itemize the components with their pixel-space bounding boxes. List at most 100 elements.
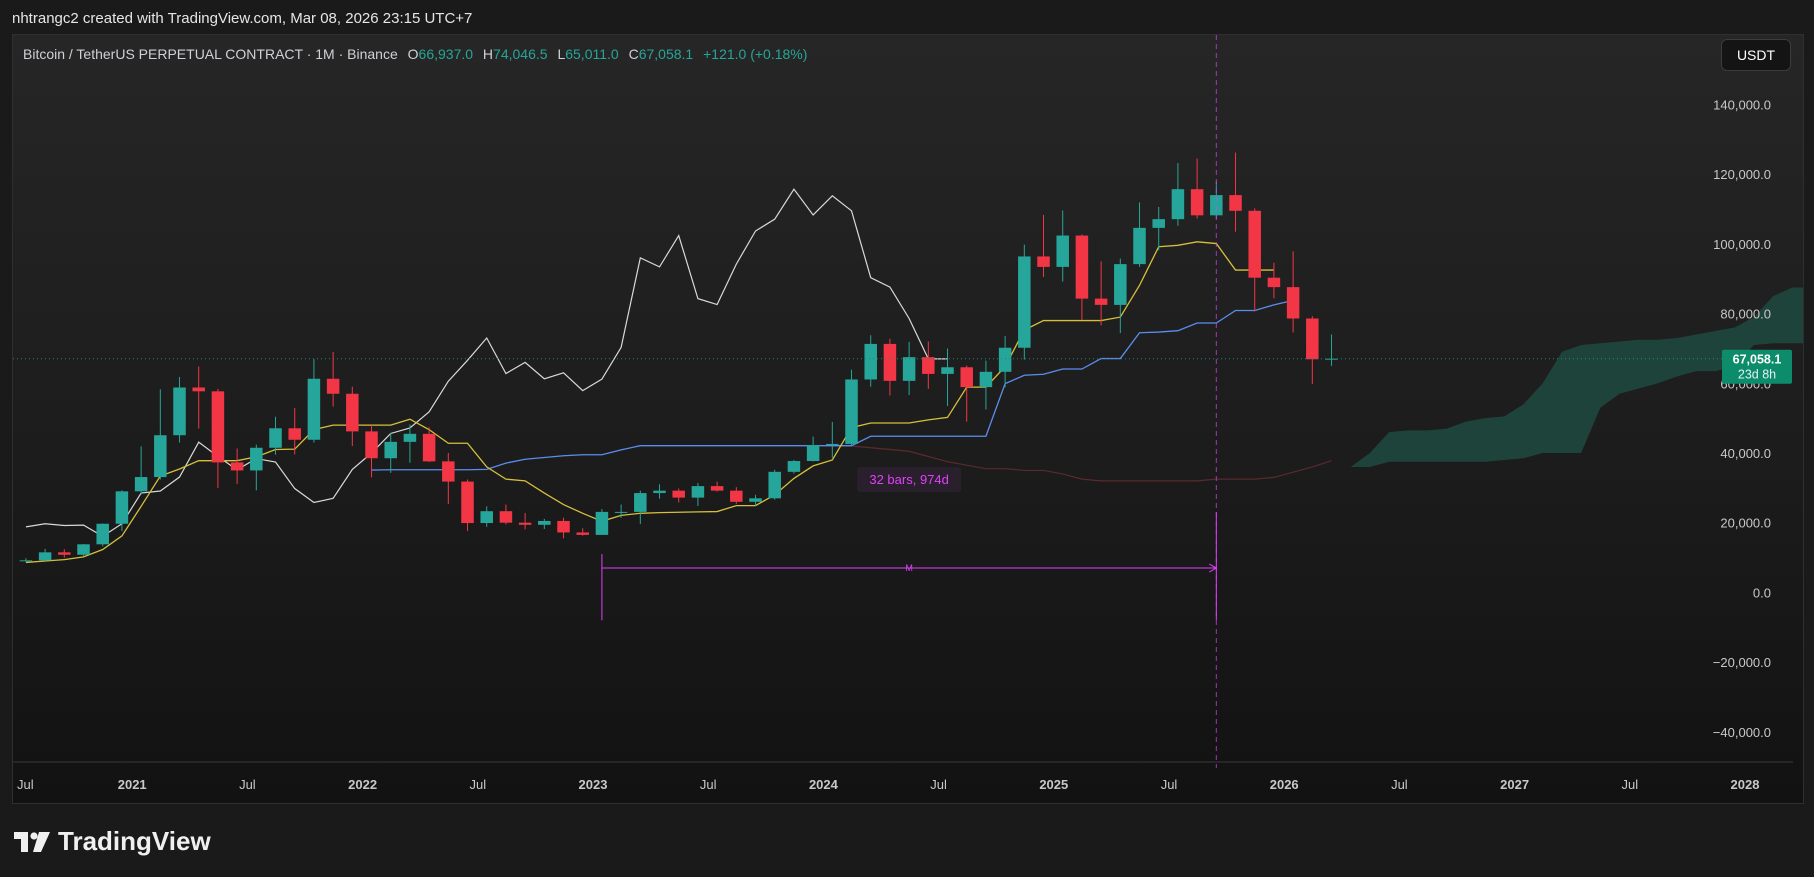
candle-body xyxy=(480,511,493,524)
price-chart[interactable]: M 32 bars, 974d 140,000.0 120,000.0 100,000.… xyxy=(13,35,1803,803)
y-tick-label: 0.0 xyxy=(1753,585,1771,600)
candle-body xyxy=(1114,264,1127,305)
candle-body xyxy=(1286,287,1300,319)
candle-body xyxy=(787,461,801,472)
candle-body xyxy=(307,378,321,440)
candle-body xyxy=(902,357,916,381)
candle-body xyxy=(38,552,52,561)
x-tick-label: Jul xyxy=(17,777,34,792)
price-badge-countdown: 23d 8h xyxy=(1738,368,1776,382)
x-tick-label: Jul xyxy=(1391,777,1408,792)
candle-body xyxy=(538,520,551,525)
x-tick-label: 2024 xyxy=(809,777,839,792)
x-tick-label: 2022 xyxy=(348,777,377,792)
candle-body xyxy=(326,378,340,394)
x-tick-label: 2026 xyxy=(1270,777,1299,792)
high-key: H xyxy=(482,46,494,62)
candle-body xyxy=(115,491,129,524)
candle-body xyxy=(154,435,167,478)
candle-body xyxy=(730,490,743,502)
y-tick-label: 20,000.0 xyxy=(1720,516,1771,531)
candle-body xyxy=(269,428,282,448)
candle-body xyxy=(768,471,781,499)
tradingview-wordmark: TradingView xyxy=(58,826,211,856)
measure-mid-label: M xyxy=(905,563,913,573)
x-tick-label: 2027 xyxy=(1500,777,1529,792)
candle-body xyxy=(1171,189,1185,220)
candle-body xyxy=(192,387,205,392)
candle-body xyxy=(518,522,532,525)
candle-body xyxy=(230,462,244,471)
y-tick-label: 80,000.0 xyxy=(1720,307,1771,322)
candle-body xyxy=(365,431,378,459)
candle-body xyxy=(557,520,570,533)
change-value: +121.0 (+0.18%) xyxy=(703,46,808,62)
candle-body xyxy=(634,493,647,512)
candle-body xyxy=(1229,195,1242,211)
candle-body xyxy=(1133,227,1146,265)
candle-body xyxy=(806,444,820,462)
candle-body xyxy=(1190,189,1204,216)
candle-body xyxy=(1267,277,1281,288)
x-tick-label: Jul xyxy=(930,777,947,792)
candle-body xyxy=(979,371,993,388)
candle-body xyxy=(845,379,858,444)
close-value: 67,058.1 xyxy=(638,46,694,62)
x-tick-label: Jul xyxy=(239,777,256,792)
tradingview-logo-icon xyxy=(14,831,50,852)
low-value: 65,011.0 xyxy=(565,46,619,62)
x-tick-label: Jul xyxy=(469,777,486,792)
candle-body xyxy=(922,357,935,374)
candle-body xyxy=(1094,298,1108,305)
y-tick-label: 120,000.0 xyxy=(1713,167,1771,182)
candle-body xyxy=(19,560,33,562)
candle-body xyxy=(442,461,455,482)
y-tick-label: −20,000.0 xyxy=(1713,655,1771,670)
candle-body xyxy=(691,486,705,498)
candle-body xyxy=(710,486,724,491)
chart-frame[interactable]: M 32 bars, 974d 140,000.0 120,000.0 100,000.… xyxy=(12,34,1804,804)
candle-body xyxy=(576,532,589,535)
candle-body xyxy=(58,552,71,555)
symbol-legend: Bitcoin / TetherUS PERPETUAL CONTRACT · … xyxy=(23,46,807,62)
x-tick-label: Jul xyxy=(700,777,717,792)
candle-body xyxy=(77,544,90,555)
x-tick-label: 2028 xyxy=(1731,777,1760,792)
candle-body xyxy=(499,511,513,523)
candle-body xyxy=(422,433,436,462)
y-tick-label: 100,000.0 xyxy=(1713,237,1771,252)
open-key: O xyxy=(407,46,419,62)
candle-body xyxy=(941,367,954,374)
candle-body xyxy=(1056,235,1069,267)
candle-body xyxy=(883,343,897,381)
candle-body xyxy=(653,490,666,494)
candle-body xyxy=(864,343,877,380)
close-key: C xyxy=(628,46,639,62)
candle-body xyxy=(96,523,109,545)
x-tick-label: 2025 xyxy=(1039,777,1068,792)
candle-body xyxy=(403,433,417,442)
currency-button[interactable]: USDT xyxy=(1721,39,1791,71)
candle-body xyxy=(1325,358,1338,360)
candle-body xyxy=(1037,256,1050,267)
lagging-span-line xyxy=(25,188,948,537)
candle-body xyxy=(288,428,301,440)
chart-caption: nhtrangc2 created with TradingView.com, … xyxy=(12,10,473,27)
candle-body xyxy=(250,447,263,471)
candle-body xyxy=(346,393,359,432)
tradingview-logo[interactable]: TradingView xyxy=(14,826,211,857)
candle-body xyxy=(826,443,839,445)
candle-body xyxy=(173,387,186,436)
candle-body xyxy=(1248,210,1261,278)
x-tick-label: 2023 xyxy=(579,777,608,792)
y-tick-label: 40,000.0 xyxy=(1720,446,1771,461)
candle-body xyxy=(384,441,397,459)
y-tick-label: −40,000.0 xyxy=(1713,725,1771,740)
candle-body xyxy=(960,367,973,388)
candle-body xyxy=(1018,256,1031,348)
candle-body xyxy=(614,511,628,513)
x-tick-label: Jul xyxy=(1621,777,1638,792)
candle-body xyxy=(461,481,474,524)
measure-label: 32 bars, 974d xyxy=(869,472,949,487)
candle-body xyxy=(211,391,225,463)
